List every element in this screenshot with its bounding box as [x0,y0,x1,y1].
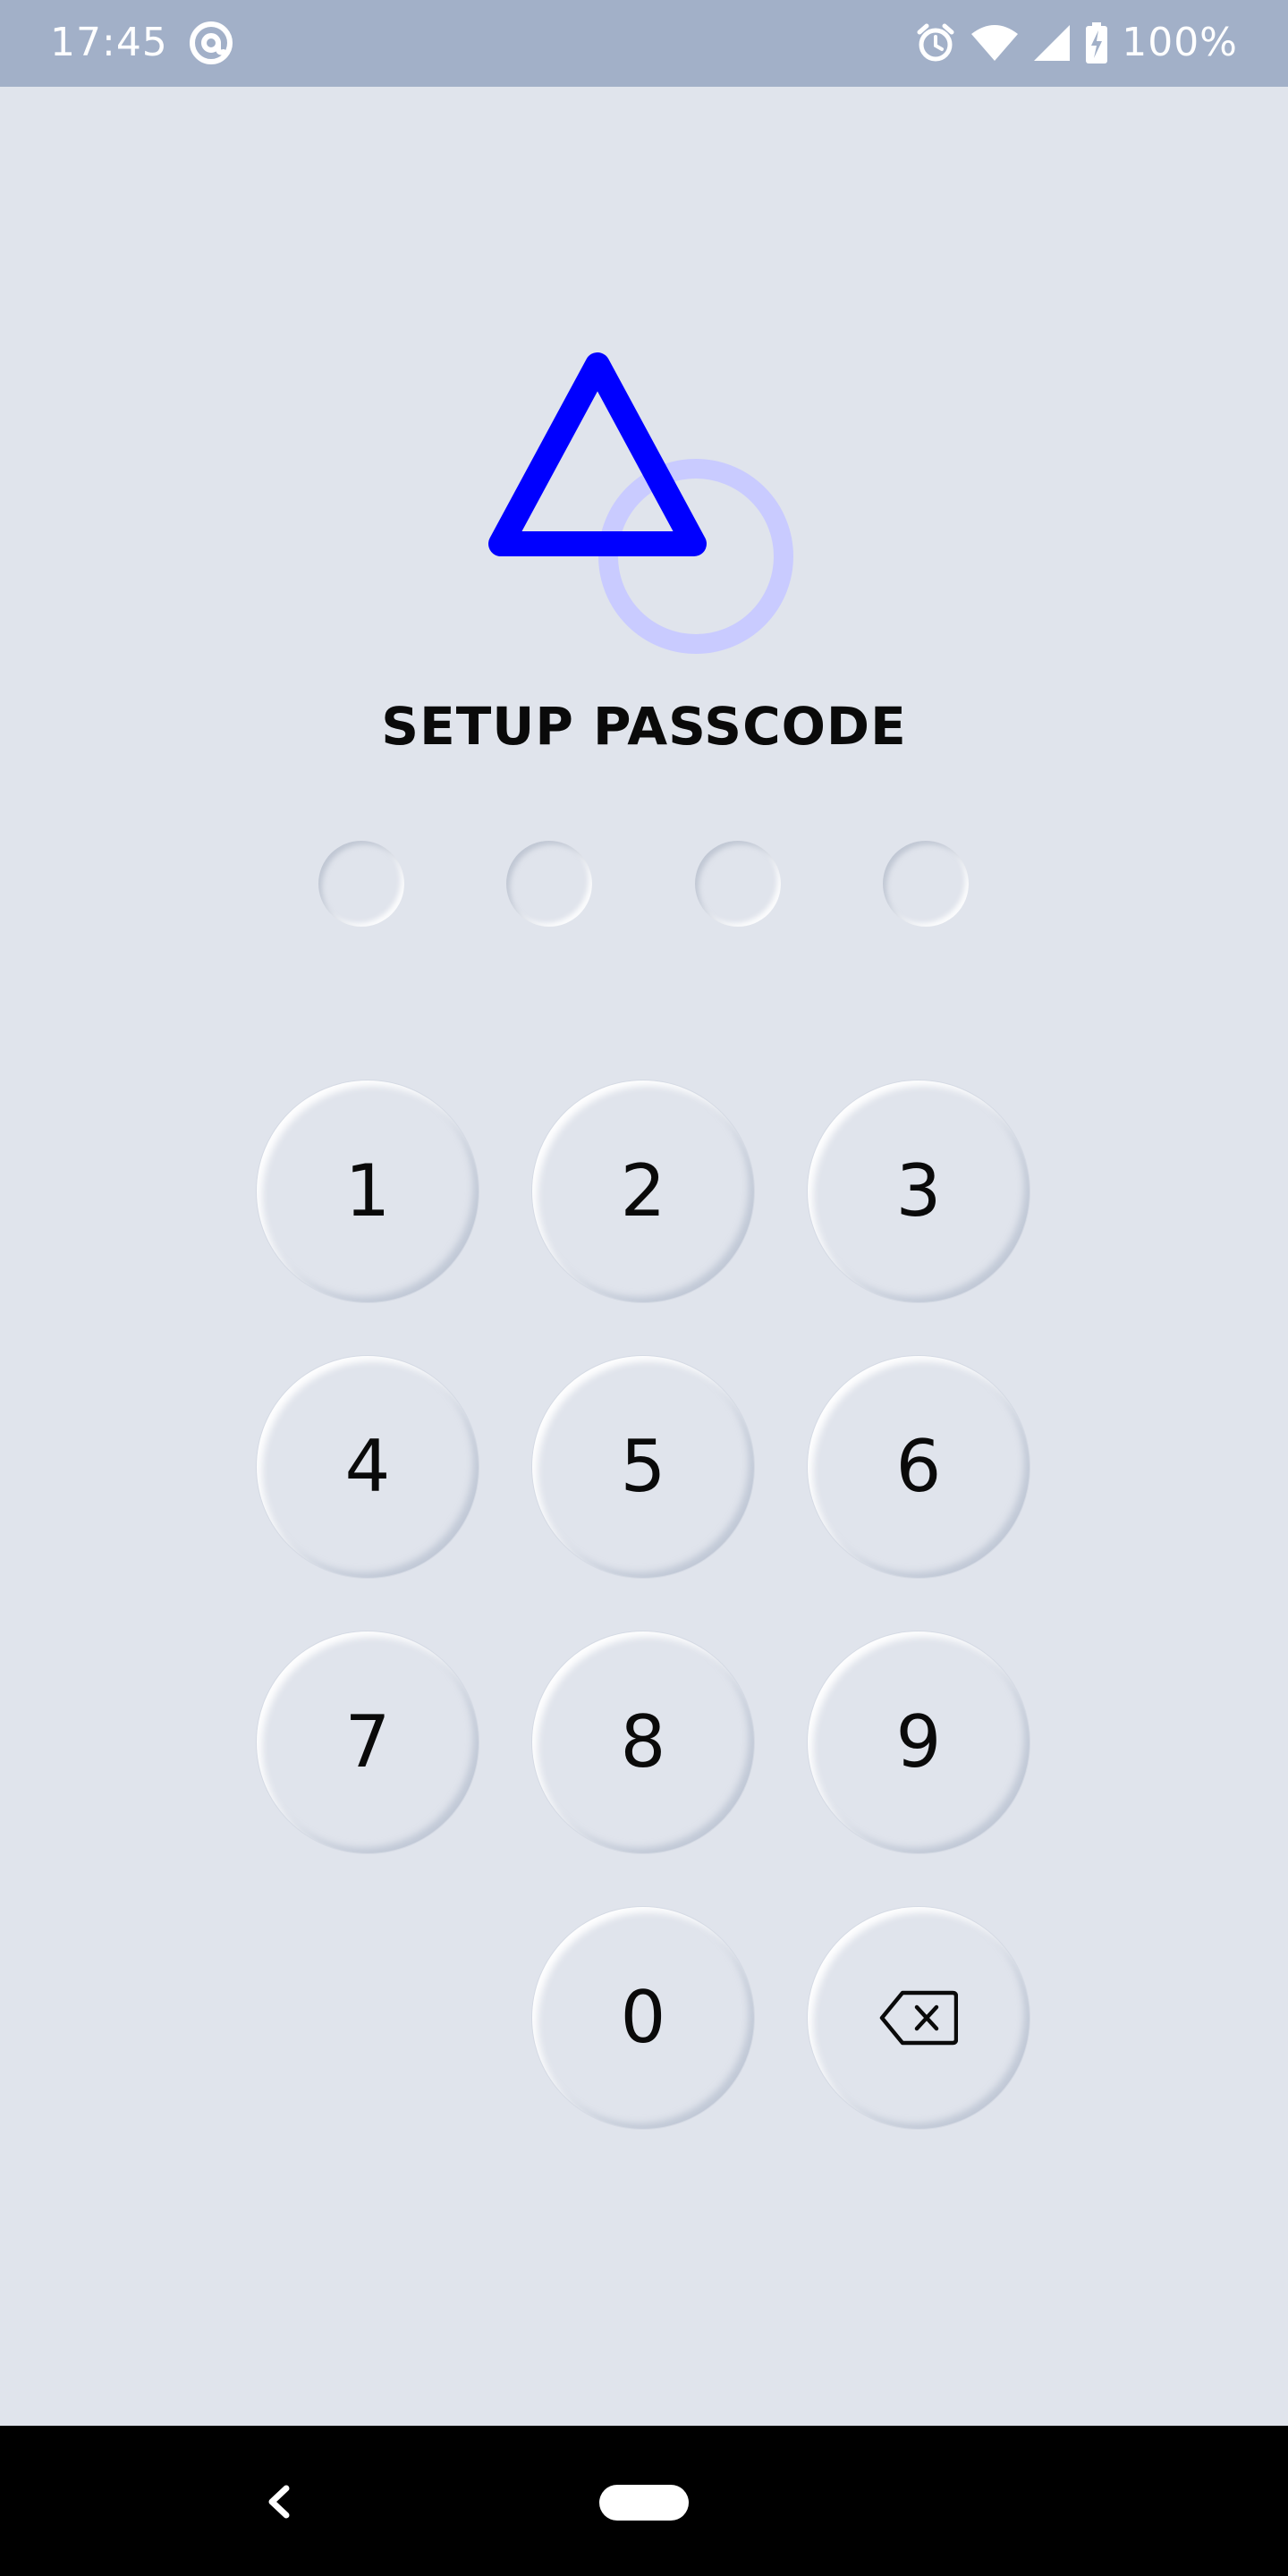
key-label: 2 [620,1149,666,1233]
pin-dot [883,841,969,927]
backspace-icon [879,1990,958,2046]
key-label: 3 [895,1149,942,1233]
key-4-button[interactable]: 4 [257,1356,479,1578]
key-label: 1 [344,1149,391,1233]
battery-charging-icon [1086,22,1108,64]
key-label: 9 [895,1700,942,1784]
status-icons: 100% [914,20,1238,66]
key-2-button[interactable]: 2 [532,1080,754,1302]
navigation-bar [0,2426,1288,2576]
page-title: SETUP PASSCODE [381,696,907,757]
status-bar: 17:45 100% [0,0,1288,87]
app-logo [488,352,793,654]
home-pill-icon[interactable] [599,2485,689,2521]
backspace-button[interactable] [808,1907,1030,2129]
signal-icon [1034,25,1071,61]
status-time: 17:45 [50,20,168,65]
battery-percentage: 100% [1122,20,1238,65]
key-label: 7 [344,1700,391,1784]
pin-dot [506,841,592,927]
key-label: 0 [620,1976,666,2059]
key-label: 4 [344,1425,391,1508]
key-label: 6 [895,1425,942,1508]
back-icon[interactable] [256,2470,299,2533]
key-7-button[interactable]: 7 [257,1631,479,1853]
key-9-button[interactable]: 9 [808,1631,1030,1853]
alarm-icon [917,23,954,62]
triangle-icon [488,352,707,556]
wifi-icon [971,25,1019,61]
key-5-button[interactable]: 5 [532,1356,754,1578]
key-8-button[interactable]: 8 [532,1631,754,1853]
key-3-button[interactable]: 3 [808,1080,1030,1302]
pin-dot [695,841,781,927]
at-sign-icon [190,21,233,64]
key-0-button[interactable]: 0 [532,1907,754,2129]
key-1-button[interactable]: 1 [257,1080,479,1302]
key-label: 8 [620,1700,666,1784]
key-6-button[interactable]: 6 [808,1356,1030,1578]
key-label: 5 [620,1425,666,1508]
pin-dot [318,841,404,927]
